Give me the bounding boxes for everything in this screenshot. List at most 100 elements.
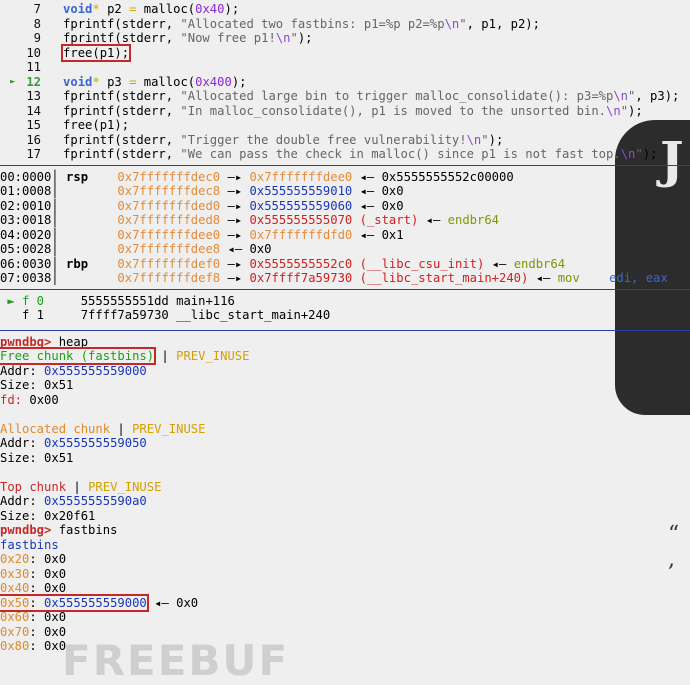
line-number: 7 (33, 2, 41, 16)
divider: │ (51, 227, 59, 242)
stack-token: 0x7fffffffded8 (117, 213, 221, 227)
stack-offset: 00:0000 (0, 169, 52, 184)
stack-register: rbp (58, 256, 118, 271)
stack-register (59, 213, 118, 227)
code-token: " (290, 31, 298, 45)
code-token: malloc( (136, 2, 196, 16)
code-token: \n (444, 16, 460, 31)
code-token: , p1, p2); (466, 16, 540, 31)
backtrace-address: 5555555551dd (80, 293, 177, 308)
stack-line: 02:0010│ 0x7fffffffded0 —▸ 0x55555555906… (0, 199, 404, 214)
code-token: \n (613, 89, 629, 103)
separator-line (0, 164, 690, 166)
stack-token: 0x555555559010 (249, 184, 353, 198)
stack-token: endbr64 (447, 213, 500, 227)
code-token: " (481, 132, 489, 147)
source-line: ► 12 void* p3 = malloc(0x400); (0, 75, 247, 90)
stack-token: 0x7fffffffdee8 (117, 242, 221, 256)
stack-line: 07:0038│ 0x7fffffffdef8 —▸ 0x7ffff7a5973… (0, 271, 668, 286)
command-line: pwndbg> heap (0, 335, 88, 350)
code-token: "Trigger the double free vulnerability! (180, 132, 467, 147)
stack-offset: 06:0030 (0, 256, 52, 271)
stack-register (59, 271, 118, 285)
current-line-arrow-icon: ► (10, 76, 16, 87)
stack-token: —▸ (220, 169, 250, 184)
source-line: 10 free(p1); (0, 43, 132, 62)
stack-token: 0x7fffffffdfd0 (249, 227, 353, 242)
code-token: " (459, 16, 467, 31)
heap-chunk-field: Size: 0x20f61 (0, 509, 95, 524)
stack-token: 0x7fffffffdee0 (249, 169, 353, 184)
code-token: \n (606, 103, 621, 118)
stack-register (59, 184, 118, 198)
chunk-flag: PREV_INUSE (176, 349, 250, 363)
field-key: Size: (0, 378, 45, 392)
fastbin-entry: 0x30: 0x0 (0, 567, 66, 582)
stack-token: endbr64 (513, 256, 566, 271)
backtrace-frame-number: ► f 0 (0, 293, 81, 308)
backtrace-symbol: __libc_start_main+240 (176, 308, 331, 322)
stack-token: —▸ (220, 256, 250, 271)
field-key: Size: (0, 450, 45, 465)
fastbin-value: : 0x0 (29, 639, 67, 653)
field-value: 0x20f61 (44, 508, 96, 523)
line-number: 10 (26, 45, 41, 60)
stack-token: (_start) (352, 213, 419, 227)
code-token: " (620, 103, 629, 118)
stack-token: 0x7fffffffdee0 (117, 227, 221, 242)
fastbin-value: : (29, 595, 45, 610)
stack-register (59, 228, 118, 242)
fastbin-value: : 0x0 (29, 566, 67, 581)
source-line: 9 fprintf(stderr, "Now free p1!\n"); (0, 31, 313, 46)
divider: │ (51, 213, 59, 227)
stack-register: rsp (58, 169, 118, 184)
stack-line: 06:0030│ rbp 0x7fffffffdef0 —▸ 0x5555555… (0, 257, 565, 272)
stack-token: 0x7fffffffdec0 (117, 169, 221, 184)
stack-token: ◂— 0x5555555552c00000 (352, 169, 514, 184)
stack-offset: 03:0018 (0, 213, 52, 227)
heap-chunk-field: Addr: 0x555555559050 (0, 436, 147, 451)
stack-token: ◂— (418, 213, 448, 227)
line-number: 9 (33, 31, 41, 45)
code-token: fprintf(stderr, (63, 147, 181, 161)
code-token: 0x400 (195, 74, 232, 89)
line-number: 13 (26, 89, 41, 103)
code-token: ); (297, 31, 313, 45)
fastbin-size: 0x60 (0, 610, 30, 624)
background-artwork-letter: J (660, 130, 684, 189)
fastbin-size: 0x70 (0, 624, 30, 639)
code-token: "We can pass the check in malloc() since… (180, 147, 621, 161)
code-token: free(p1); (61, 43, 132, 62)
heap-chunk-header: Top chunk | PREV_INUSE (0, 480, 161, 495)
heap-chunk-field: Size: 0x51 (0, 451, 73, 466)
fastbin-size: 0x30 (0, 566, 30, 581)
fastbin-value: : 0x0 (29, 581, 67, 595)
code-token: malloc( (136, 74, 196, 89)
divider: │ (51, 256, 59, 271)
code-token: \n (466, 132, 482, 147)
fastbin-value: : 0x0 (29, 552, 67, 566)
stack-token: 0x7fffffffdef8 (117, 271, 221, 285)
fastbins-title: fastbins (0, 538, 59, 553)
stack-offset: 05:0028 (0, 242, 52, 256)
field-key: Addr: (0, 363, 45, 378)
code-token: p2 (107, 2, 130, 16)
stack-offset: 07:0038 (0, 271, 52, 285)
stack-token: ◂— 0x0 (220, 242, 272, 256)
stack-offset: 02:0010 (0, 198, 52, 213)
heap-chunk-field: Addr: 0x555555559000 (0, 364, 147, 379)
chunk-flag: PREV_INUSE (88, 479, 162, 494)
code-token: " (635, 147, 643, 161)
code-token: 0x40 (195, 2, 225, 16)
code-token: "Now free p1! (180, 31, 276, 45)
fastbin-highlight: 0x50: 0x555555559000 (0, 593, 149, 612)
code-token: "Allocated two fastbins: p1=%p p2=%p (180, 16, 445, 31)
field-value: 0x00 (29, 392, 59, 407)
stack-token: 0x555555559060 (249, 198, 353, 213)
code-token: * (92, 74, 108, 89)
separator-line (0, 288, 690, 290)
divider: | (110, 421, 133, 436)
